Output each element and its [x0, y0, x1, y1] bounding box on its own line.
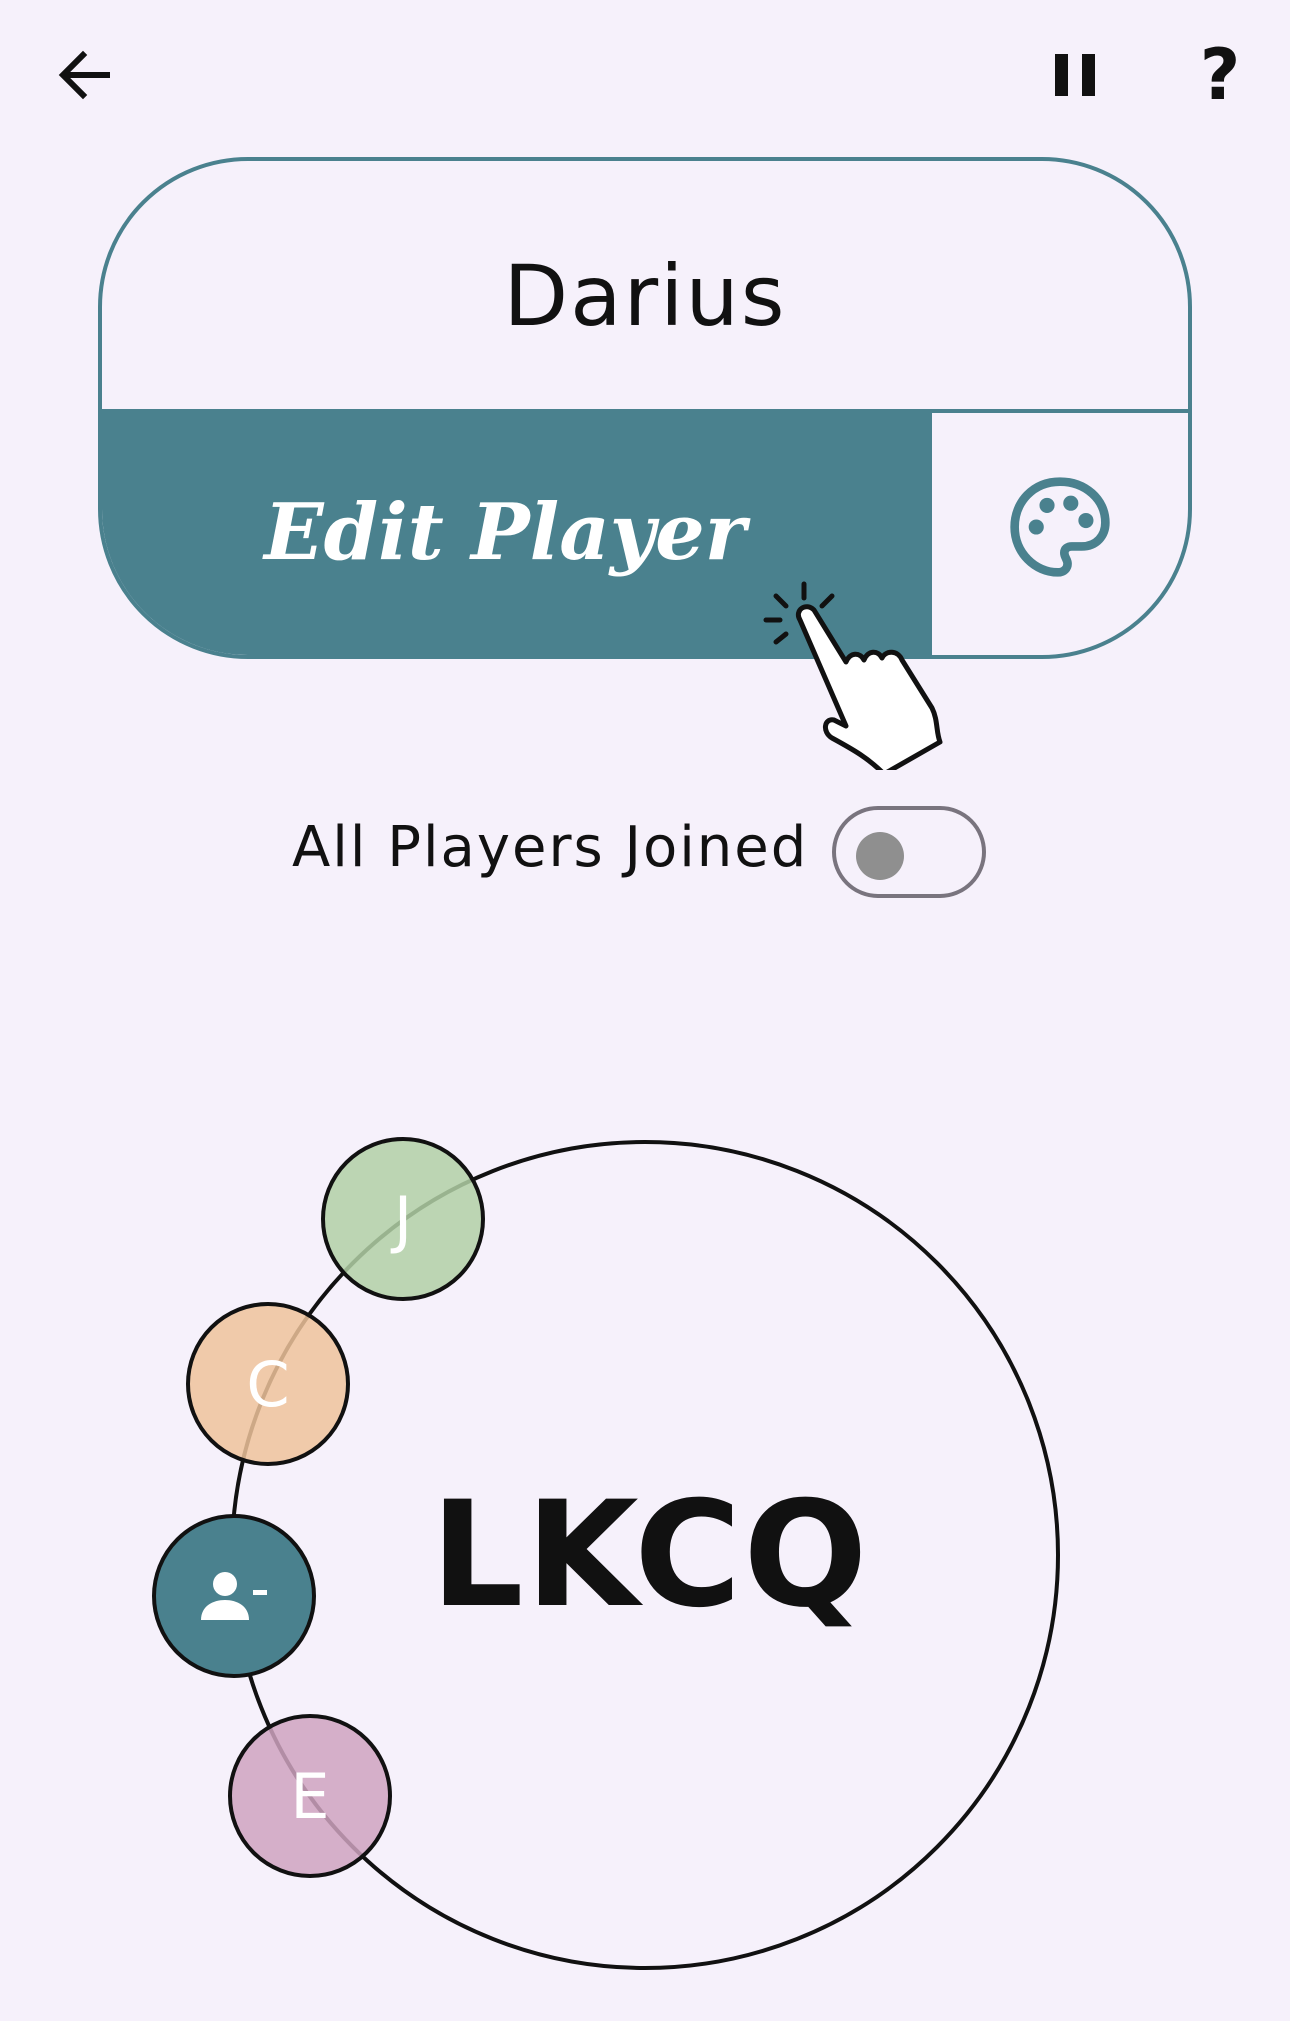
seat-initial: E: [290, 1759, 330, 1833]
remove-person-icon: [201, 1572, 267, 1620]
seat-player-e[interactable]: E: [228, 1714, 392, 1878]
player-card: Darius Edit Player: [98, 157, 1192, 659]
back-button[interactable]: [40, 30, 130, 120]
player-name[interactable]: Darius: [102, 161, 1188, 411]
help-button[interactable]: ?: [1175, 30, 1265, 120]
arrow-left-icon: [58, 50, 110, 100]
game-code: LKCQ: [430, 1470, 870, 1640]
palette-icon: [1010, 477, 1110, 577]
color-palette-button[interactable]: [928, 411, 1188, 655]
toggle-knob: [856, 832, 904, 880]
pause-icon: [1055, 54, 1095, 96]
tap-hand-icon: [763, 581, 943, 770]
edit-player-label: Edit Player: [264, 486, 746, 578]
seat-initial: C: [246, 1347, 290, 1421]
seat-player-j[interactable]: J: [321, 1137, 485, 1301]
seat-initial: J: [393, 1182, 413, 1256]
all-players-joined-toggle[interactable]: [832, 806, 986, 898]
pause-button[interactable]: [1030, 30, 1120, 120]
all-players-joined-label: All Players Joined: [292, 815, 809, 880]
seat-player-c[interactable]: C: [186, 1302, 350, 1466]
remove-player-seat[interactable]: [152, 1514, 316, 1678]
